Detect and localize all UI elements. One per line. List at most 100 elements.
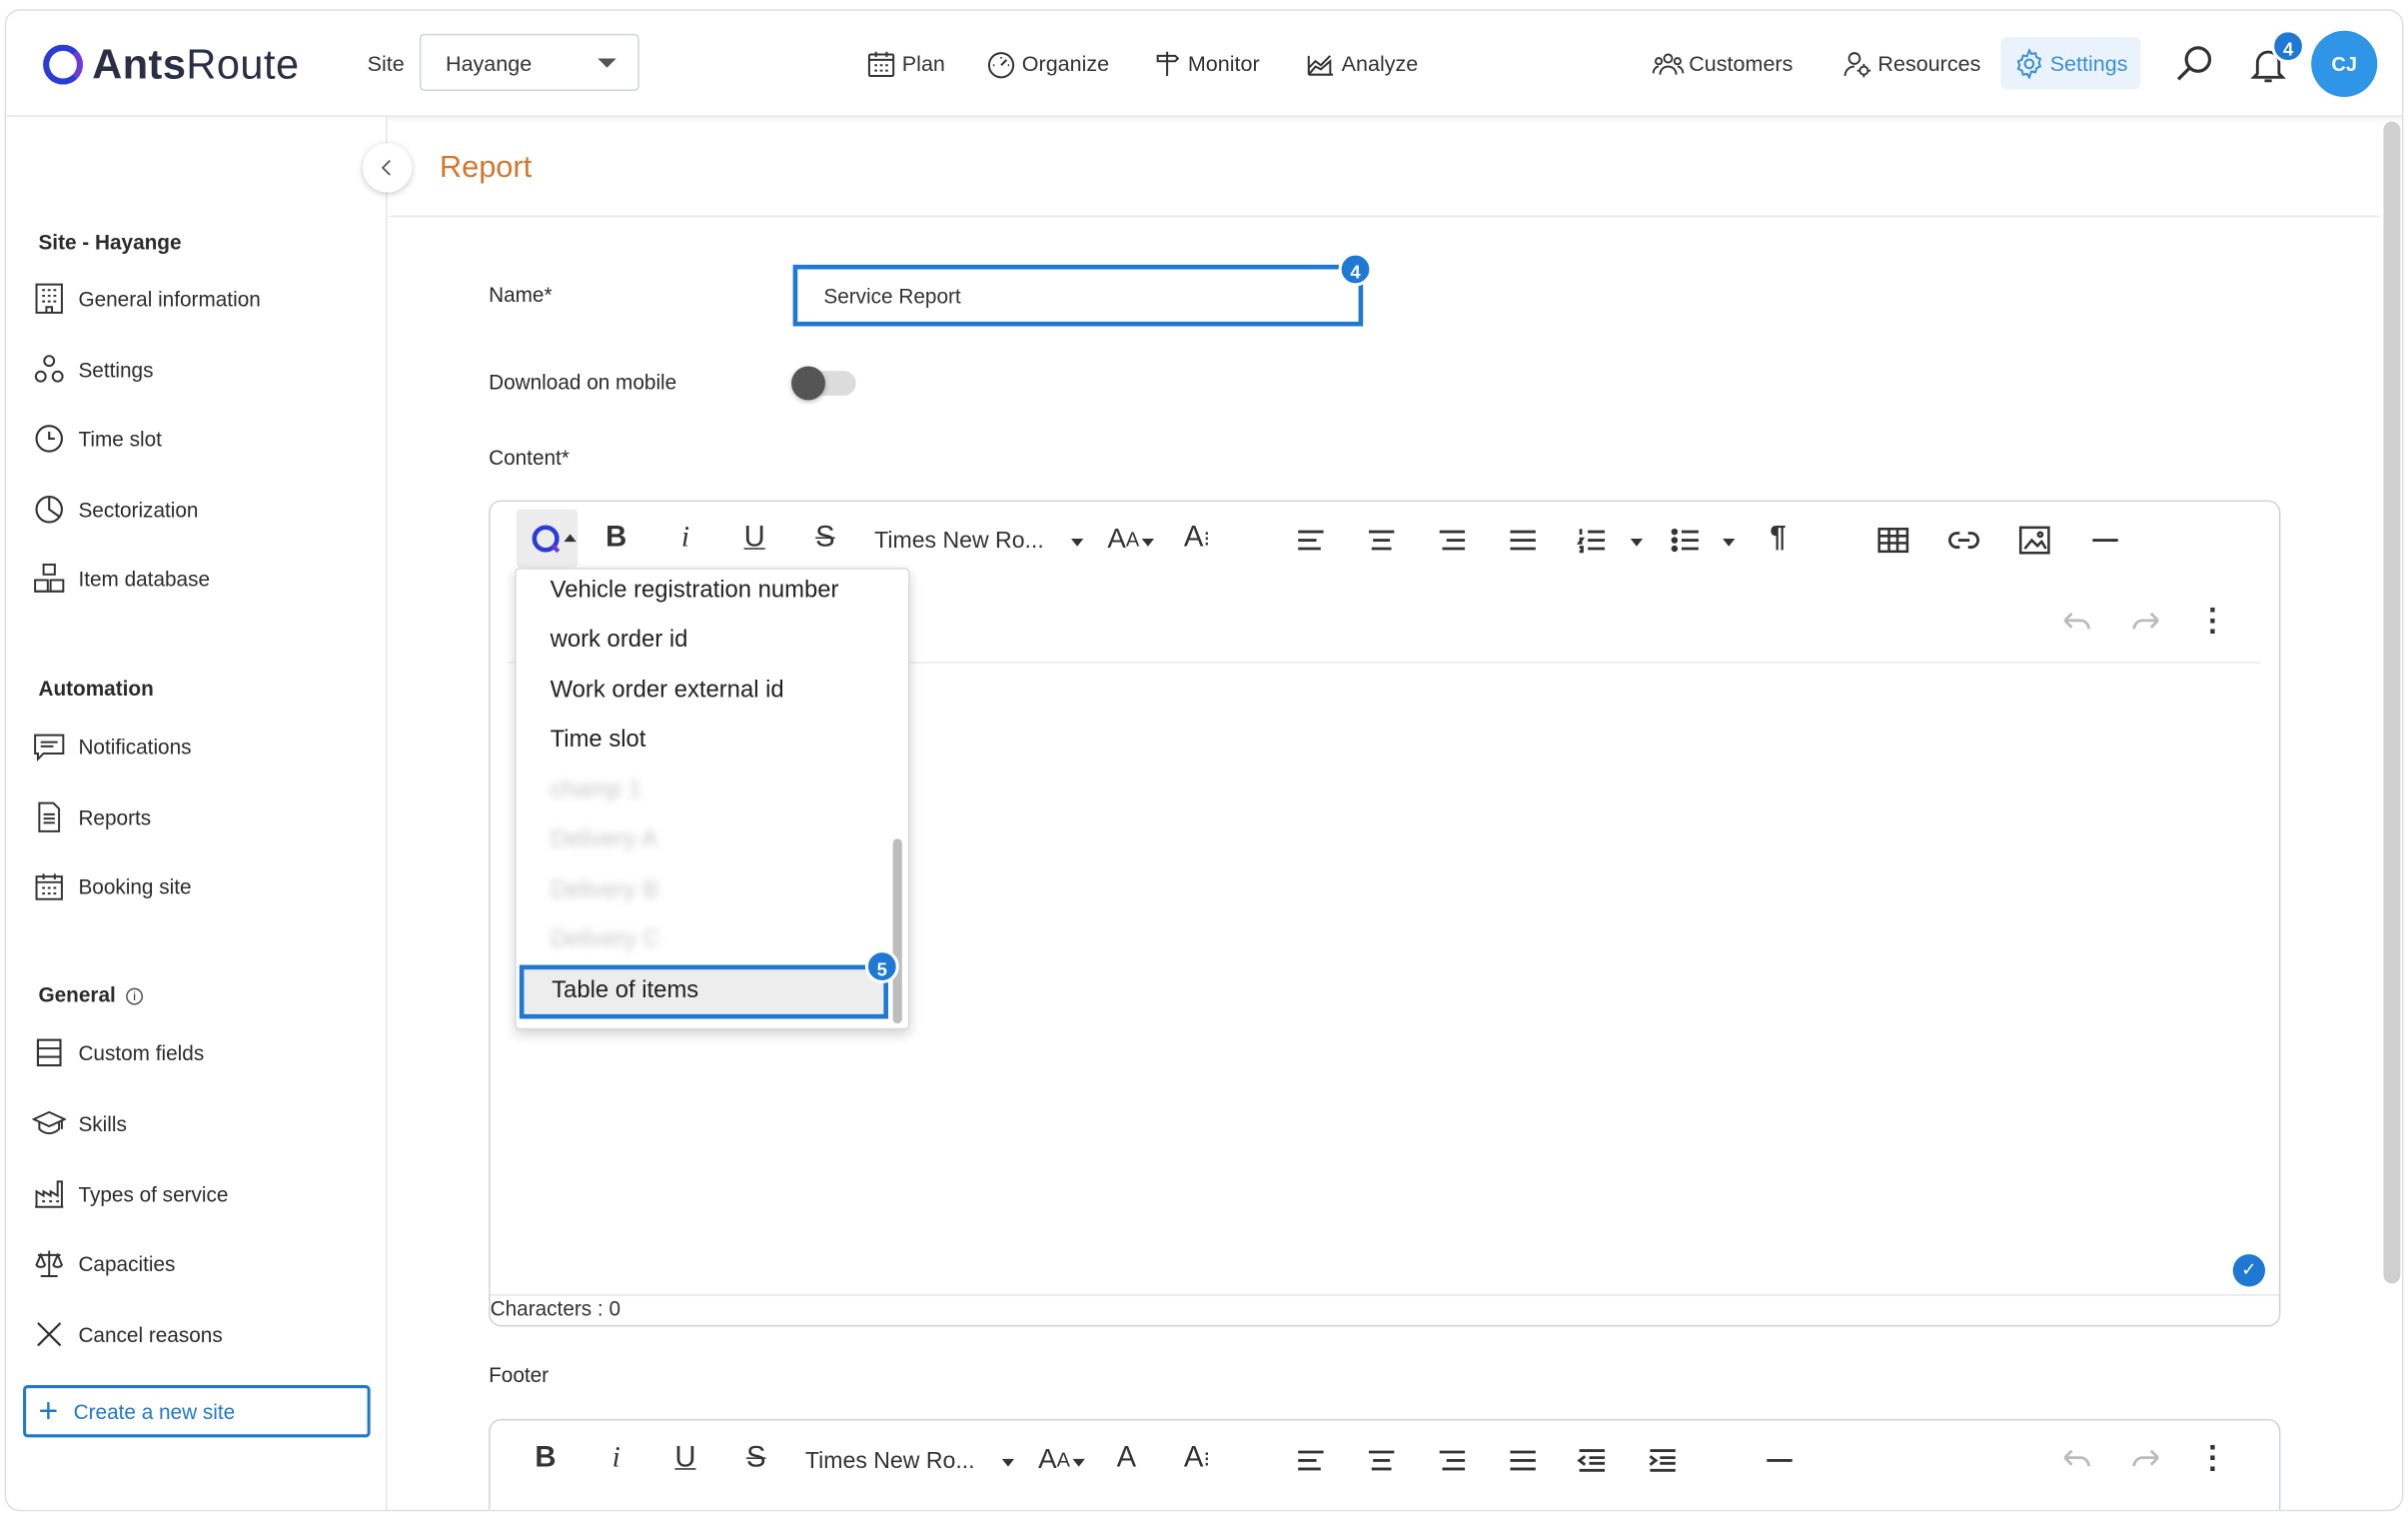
font-size-button[interactable]: AA <box>1102 521 1145 558</box>
underline-button[interactable]: U <box>736 521 773 558</box>
align-justify-icon[interactable] <box>1506 1444 1540 1478</box>
nav-resources-label: Resources <box>1877 50 1981 76</box>
image-icon[interactable] <box>2017 524 2051 558</box>
antsroute-variable-icon <box>532 525 561 554</box>
chevron-down-icon <box>1070 539 1084 547</box>
nav-customers[interactable]: Customers <box>1652 45 1793 82</box>
italic-button[interactable]: i <box>666 521 703 558</box>
sidebar-item-label: Settings <box>78 358 154 382</box>
undo-icon[interactable] <box>2057 1444 2094 1478</box>
table-icon[interactable] <box>1876 524 1910 558</box>
indent-icon[interactable] <box>1646 1444 1680 1478</box>
bold-button[interactable]: B <box>598 521 634 558</box>
footer-editor: B i U S Times New Ro... AA A A ⁝ · · · <box>489 1418 2281 1510</box>
align-center-icon[interactable] <box>1365 1444 1399 1478</box>
chevron-down-icon <box>1072 1458 1085 1467</box>
create-new-site-label: Create a new site <box>73 1399 236 1423</box>
dropdown-item-blurred[interactable]: Delivery A <box>551 826 657 854</box>
site-select[interactable]: Hayange <box>419 33 639 91</box>
align-center-icon[interactable] <box>1365 524 1399 558</box>
align-left-icon[interactable] <box>1294 524 1328 558</box>
nav-monitor[interactable]: Monitor <box>1151 45 1260 82</box>
footer-italic-button[interactable]: i <box>598 1440 634 1477</box>
step-badge-4: 4 <box>1338 252 1373 287</box>
sidebar: Site - Hayange General information Setti… <box>6 117 388 1510</box>
align-right-icon[interactable] <box>1435 524 1469 558</box>
more-options-icon[interactable]: · · · <box>2208 596 2220 648</box>
dropdown-item[interactable]: Vehicle registration number <box>551 578 839 606</box>
sidebar-item-skills[interactable]: Skills <box>32 1105 127 1142</box>
footer-text-format-button[interactable]: A ⁝ <box>1179 1440 1216 1477</box>
sidebar-item-booking-site[interactable]: Booking site <box>32 868 192 905</box>
sidebar-item-sectorization[interactable]: Sectorization <box>32 491 198 528</box>
footer-underline-button[interactable]: U <box>666 1440 703 1477</box>
horizontal-line-icon[interactable] <box>2088 524 2122 558</box>
undo-icon[interactable] <box>2057 607 2094 641</box>
sidebar-item-label: Notifications <box>78 735 192 758</box>
sidebar-item-cancel-reasons[interactable]: Cancel reasons <box>32 1316 223 1353</box>
dropdown-scrollbar[interactable] <box>892 838 902 1024</box>
building-icon <box>35 283 63 314</box>
font-family-select[interactable]: Times New Ro... <box>874 528 1044 554</box>
download-on-mobile-label: Download on mobile <box>489 371 677 395</box>
dropdown-item-blurred[interactable]: champ 1 <box>551 777 641 805</box>
link-icon[interactable] <box>1947 524 1981 558</box>
redo-icon[interactable] <box>2128 607 2165 641</box>
ordered-list-icon[interactable] <box>1575 524 1609 558</box>
create-new-site-button[interactable]: + Create a new site <box>23 1385 371 1438</box>
download-on-mobile-toggle[interactable] <box>791 366 856 401</box>
footer-font-size-button[interactable]: AA <box>1033 1440 1076 1477</box>
dropdown-item[interactable]: Time slot <box>551 727 646 755</box>
search-icon[interactable] <box>2173 42 2216 85</box>
insert-variable-button[interactable] <box>516 509 579 569</box>
sidebar-section-general-label: General <box>38 983 116 1007</box>
footer-strikethrough-button[interactable]: S <box>737 1440 774 1477</box>
footer-font-family-select[interactable]: Times New Ro... <box>805 1448 975 1474</box>
sidebar-item-capacities[interactable]: Capacities <box>32 1245 175 1282</box>
align-right-icon[interactable] <box>1435 1444 1469 1478</box>
paragraph-format-button[interactable]: ¶ <box>1760 521 1797 558</box>
sidebar-item-reports[interactable]: Reports <box>32 798 151 835</box>
nav-settings[interactable]: Settings <box>2000 36 2140 90</box>
footer-bold-button[interactable]: B <box>528 1440 565 1477</box>
align-justify-icon[interactable] <box>1506 524 1540 558</box>
nav-plan[interactable]: Plan <box>865 45 945 82</box>
align-left-icon[interactable] <box>1294 1444 1328 1478</box>
avatar[interactable]: CJ <box>2311 30 2378 98</box>
dropdown-item[interactable]: work order id <box>551 627 688 655</box>
strikethrough-button[interactable]: S <box>806 521 843 558</box>
sidebar-item-notifications[interactable]: Notifications <box>32 728 192 764</box>
nav-organize[interactable]: Organize <box>985 45 1109 82</box>
plus-icon: + <box>38 1391 59 1430</box>
name-input[interactable] <box>792 264 1364 327</box>
antsroute-logo[interactable]: AntsRoute <box>43 39 299 91</box>
sidebar-item-custom-fields[interactable]: Custom fields <box>32 1034 204 1071</box>
dropdown-item-table-of-items[interactable]: Table of items <box>519 964 888 1019</box>
variable-dropdown: Vehicle registration number work order i… <box>515 568 910 1030</box>
redo-icon[interactable] <box>2128 1444 2165 1478</box>
more-options-icon[interactable]: · · · <box>2208 1433 2220 1485</box>
outdent-icon[interactable] <box>1575 1444 1609 1478</box>
collapse-sidebar-button[interactable] <box>362 143 413 193</box>
dropdown-item[interactable]: Work order external id <box>551 678 784 706</box>
sidebar-item-general-information[interactable]: General information <box>32 280 261 317</box>
text-format-button[interactable]: A ⁝ <box>1179 521 1216 558</box>
chart-icon <box>1307 54 1334 75</box>
nav-analyze[interactable]: Analyze <box>1305 45 1418 82</box>
nav-resources[interactable]: Resources <box>1841 45 1981 82</box>
dropdown-item-blurred[interactable]: Delivery B <box>551 877 659 905</box>
sidebar-item-time-slot[interactable]: Time slot <box>32 420 162 457</box>
sidebar-item-types-of-service[interactable]: Types of service <box>32 1176 228 1213</box>
info-icon[interactable]: i <box>126 987 144 1005</box>
sidebar-item-label: Sectorization <box>78 498 199 522</box>
page-scrollbar[interactable] <box>2383 121 2401 1284</box>
dropdown-item-blurred[interactable]: Delivery C <box>551 926 660 954</box>
cogs-icon <box>34 355 64 383</box>
sidebar-item-settings[interactable]: Settings <box>32 351 153 388</box>
sidebar-item-item-database[interactable]: Item database <box>32 561 210 598</box>
footer-text-color-button[interactable]: A <box>1108 1440 1145 1477</box>
graduation-cap-icon <box>32 1110 67 1135</box>
sidebar-item-label: Item database <box>78 567 211 591</box>
unordered-list-icon[interactable] <box>1669 524 1703 558</box>
horizontal-line-icon[interactable] <box>1763 1444 1797 1478</box>
